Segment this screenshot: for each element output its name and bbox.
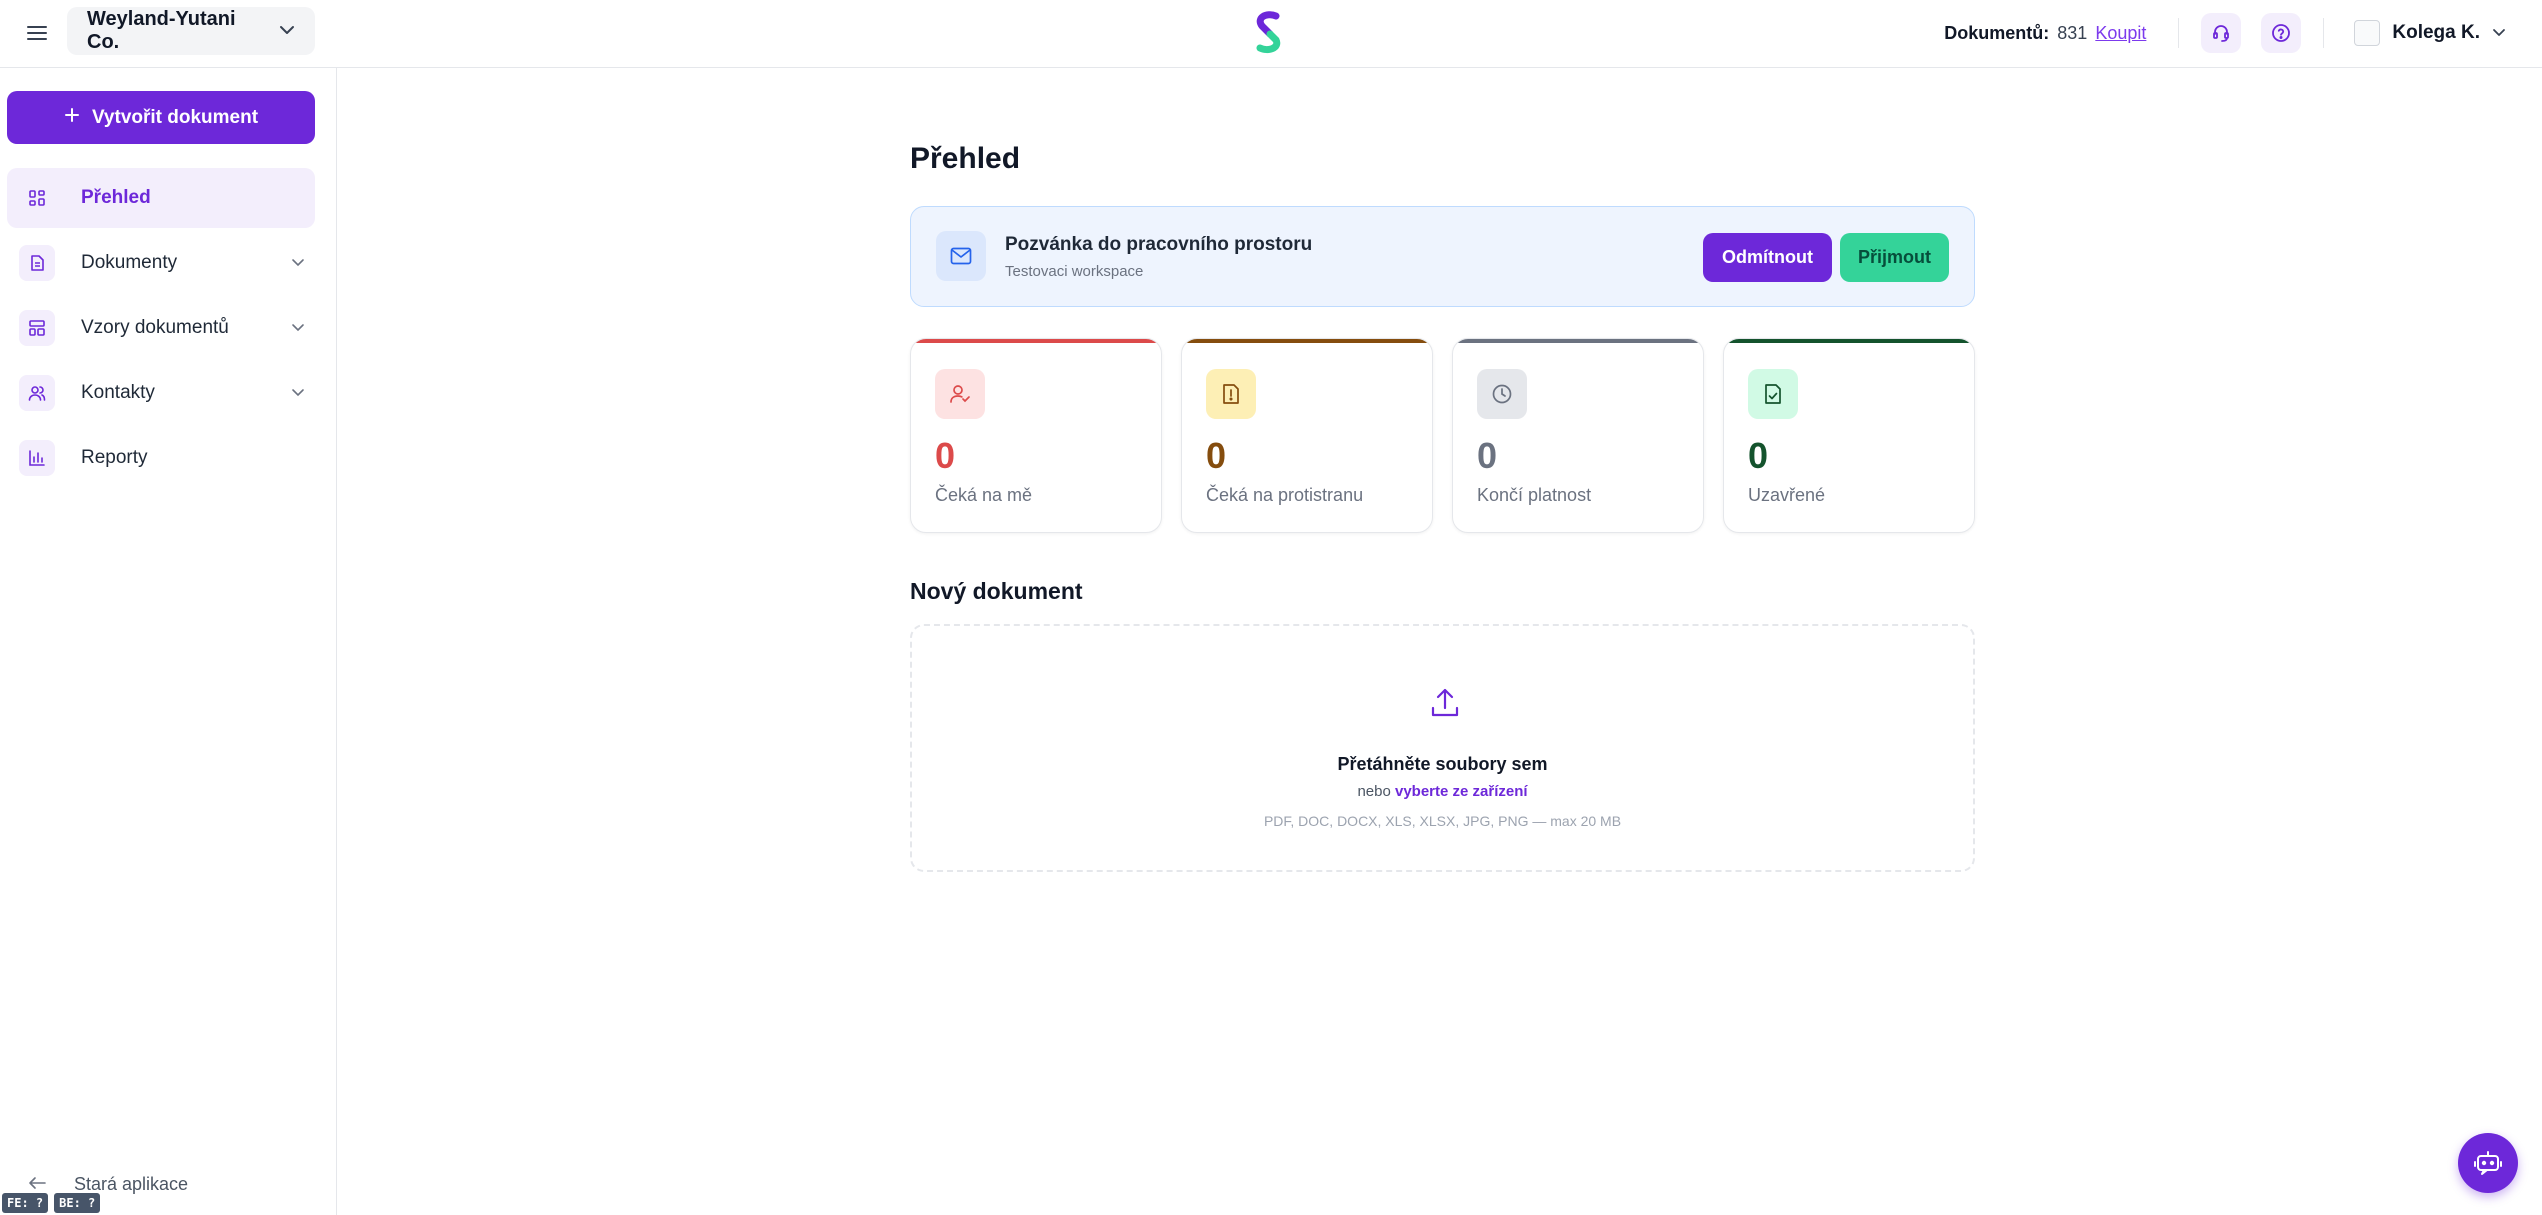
stat-card-closed[interactable]: 0 Uzavřené: [1723, 338, 1975, 533]
new-document-title: Nový dokument: [910, 578, 1083, 604]
stat-value: 0: [935, 435, 956, 476]
stat-label: Čeká na mě: [935, 485, 1033, 505]
bar-chart-icon: [19, 440, 55, 476]
stats-row: 0 Čeká na mě 0 Čeká na protistranu 0 Kon…: [910, 338, 1975, 533]
page-title: Přehled: [910, 142, 1021, 175]
user-check-icon: [935, 369, 985, 419]
old-app-link[interactable]: Stará aplikace: [28, 1174, 188, 1195]
dropzone-title: Přetáhněte soubory sem: [1337, 754, 1548, 774]
grid-icon: [19, 180, 55, 216]
fe-version-badge: FE: ?: [2, 1193, 49, 1213]
document-count-label: Dokumentů:: [1944, 22, 2050, 43]
dropzone-hint: PDF, DOC, DOCX, XLS, XLSX, JPG, PNG — ma…: [1263, 813, 1622, 829]
sidebar-item-dokumenty[interactable]: Dokumenty: [7, 233, 315, 293]
stat-label: Končí platnost: [1477, 485, 1592, 505]
stat-value: 0: [1477, 435, 1498, 476]
debug-badges: FE: ? BE: ?: [2, 1193, 101, 1213]
stat-value: 0: [1748, 435, 1769, 476]
invite-subtitle: Testovaci workspace: [1005, 263, 1144, 280]
mail-icon: [936, 231, 986, 281]
file-check-icon: [1748, 369, 1798, 419]
choose-from-device-link[interactable]: vyberte ze zařízení: [1395, 783, 1528, 800]
create-document-button[interactable]: Vytvořit dokument: [7, 91, 315, 144]
sidebar-item-label: Dokumenty: [81, 252, 178, 273]
stat-card-waiting-on-me[interactable]: 0 Čeká na mě: [910, 338, 1162, 533]
upload-icon: [1428, 686, 1462, 720]
support-headset-icon[interactable]: [2201, 13, 2242, 53]
buy-link[interactable]: Koupit: [2095, 23, 2146, 44]
user-menu[interactable]: Kolega K.: [2336, 20, 2542, 46]
stat-label: Uzavřené: [1748, 485, 1826, 505]
hamburger-menu-icon[interactable]: [22, 20, 52, 46]
dropzone-subtitle: nebo vyberte ze zařízení: [912, 783, 1973, 800]
stat-accent-line: [1724, 339, 1974, 343]
clock-icon: [1477, 369, 1527, 419]
chevron-down-icon: [291, 319, 305, 337]
accept-button[interactable]: Přijmout: [1840, 233, 1949, 282]
sidebar-item-label: Reporty: [81, 447, 148, 468]
top-bar: Weyland-Yutani Co. Dokumentů: 831 Koupit…: [0, 0, 2542, 68]
stat-accent-line: [1182, 339, 1432, 343]
decline-button[interactable]: Odmítnout: [1703, 233, 1832, 282]
document-count: Dokumentů: 831 Koupit: [1944, 23, 2146, 44]
document-count-value: 831: [2057, 22, 2088, 43]
dropzone-or-text: nebo: [1357, 783, 1391, 800]
divider: [2178, 18, 2180, 48]
sidebar-item-label: Kontakty: [81, 382, 155, 403]
organization-name: Weyland-Yutani Co.: [87, 8, 236, 53]
workspace-invite-banner: Pozvánka do pracovního prostoru Testovac…: [910, 206, 1975, 307]
file-dropzone[interactable]: Přetáhněte soubory sem nebo vyberte ze z…: [910, 624, 1975, 872]
stat-accent-line: [1453, 339, 1703, 343]
plus-icon: [64, 107, 80, 129]
arrow-left-icon: [28, 1174, 46, 1195]
users-icon: [19, 375, 55, 411]
sidebar-item-kontakty[interactable]: Kontakty: [7, 363, 315, 423]
old-app-label: Stará aplikace: [74, 1174, 189, 1194]
sidebar: Vytvořit dokument Přehled Dokumenty Vzor…: [0, 68, 337, 1215]
help-icon[interactable]: [2261, 13, 2302, 53]
organization-select[interactable]: Weyland-Yutani Co.: [67, 7, 315, 55]
stat-accent-line: [911, 339, 1161, 343]
stat-card-expiring[interactable]: 0 Končí platnost: [1452, 338, 1704, 533]
sidebar-item-label: Vzory dokumentů: [81, 317, 229, 338]
avatar: [2354, 20, 2381, 46]
chevron-down-icon: [2492, 24, 2506, 42]
be-version-badge: BE: ?: [54, 1193, 101, 1213]
stat-label: Čeká na protistranu: [1206, 485, 1364, 505]
document-icon: [19, 245, 55, 281]
app-logo[interactable]: [1248, 10, 1288, 54]
chevron-down-icon: [291, 254, 305, 272]
sidebar-item-label: Přehled: [81, 187, 151, 208]
sidebar-item-vzory-dokumentu[interactable]: Vzory dokumentů: [7, 298, 315, 358]
invite-title: Pozvánka do pracovního prostoru: [1005, 234, 1313, 255]
stat-value: 0: [1206, 435, 1227, 476]
sidebar-item-prehled[interactable]: Přehled: [7, 168, 315, 228]
chevron-down-icon: [279, 22, 295, 40]
sidebar-item-reporty[interactable]: Reporty: [7, 428, 315, 488]
create-document-label: Vytvořit dokument: [91, 106, 259, 128]
chevron-down-icon: [291, 384, 305, 402]
sidebar-nav: Přehled Dokumenty Vzory dokumentů Kontak…: [7, 168, 315, 493]
stat-card-waiting-on-counterparty[interactable]: 0 Čeká na protistranu: [1181, 338, 1433, 533]
user-name: Kolega K.: [2392, 22, 2480, 43]
divider: [2323, 18, 2325, 48]
chat-bot-button[interactable]: [2458, 1133, 2518, 1193]
template-icon: [19, 310, 55, 346]
alert-file-icon: [1206, 369, 1256, 419]
